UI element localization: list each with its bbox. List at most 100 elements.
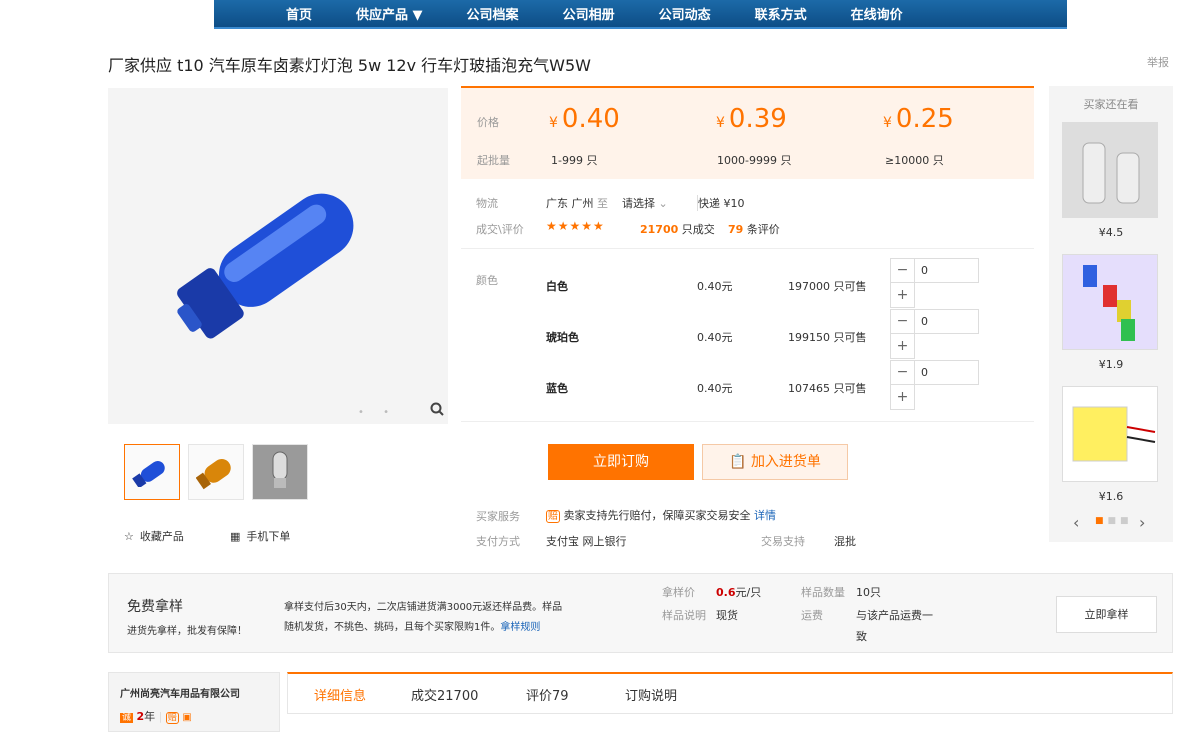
price-panel: 价格 起批量 ¥0.40 ¥0.39 ¥0.25 1-999 只 1000-99… — [461, 86, 1034, 179]
sample-price: 0.6元/只 — [716, 586, 762, 599]
price-label: 价格 — [477, 116, 499, 129]
tier-price-1: ¥0.40 — [549, 104, 620, 134]
color-row-white: 白色 0.40元 197000 只可售 − 0 + — [546, 258, 1026, 308]
nav-home[interactable]: 首页 — [264, 4, 334, 23]
mobile-order-label: 手机下单 — [246, 530, 291, 543]
service-label: 买家服务 — [476, 510, 520, 523]
increment-button[interactable]: + — [890, 283, 915, 308]
integrity-badge-icon: 诚 — [120, 713, 134, 723]
nav-inquiry[interactable]: 在线询价 — [829, 4, 925, 23]
also-viewed-price: ¥1.9 — [1098, 358, 1124, 371]
decrement-button[interactable]: − — [890, 360, 915, 385]
color-stock: 199150 只可售 — [788, 331, 867, 344]
blue-bulb-image — [177, 193, 354, 339]
also-viewed-price: ¥1.6 — [1098, 490, 1124, 503]
increment-button[interactable]: + — [890, 385, 915, 410]
also-viewed-item[interactable] — [1062, 254, 1158, 350]
chevron-right-icon[interactable]: › — [1139, 513, 1145, 532]
sample-desc-line2: 随机发货，不挑色、挑码，且每个买家限购1件。拿样规则 — [284, 622, 541, 633]
sample-note: 现货 — [716, 609, 738, 622]
tab-deals[interactable]: 成交21700 — [411, 685, 478, 704]
also-viewed-price: ¥4.5 — [1098, 226, 1124, 239]
express-fee: 快递 ¥10 — [697, 195, 745, 211]
thumbnail-blue[interactable] — [124, 444, 180, 500]
sample-price-label: 拿样价 — [662, 586, 695, 599]
quantity-input[interactable]: 0 — [915, 309, 979, 334]
favorite-action[interactable]: ☆ 收藏产品 — [124, 528, 184, 544]
sample-fee-line1: 与该产品运费一 — [856, 609, 933, 622]
add-to-cart-button[interactable]: 📋 加入进货单 — [702, 444, 848, 480]
tab-order-notes[interactable]: 订购说明 — [625, 685, 677, 704]
detail-tabs: 详细信息 成交21700 评价79 订购说明 — [287, 672, 1173, 714]
color-name: 琥珀色 — [546, 331, 579, 344]
carousel-dots[interactable]: ■■■ — [1095, 516, 1133, 526]
sample-fee-line2: 致 — [856, 630, 867, 643]
thumbnail-strip — [124, 444, 308, 500]
tier-range-3: ≥10000 只 — [885, 154, 944, 167]
tier-range-2: 1000-9999 只 — [717, 154, 792, 167]
color-name: 蓝色 — [546, 382, 568, 395]
company-name[interactable]: 广州尚亮汽车用品有限公司 — [120, 685, 240, 700]
review-count[interactable]: 79 条评价 — [728, 221, 780, 237]
chevron-down-icon: ⌄ — [658, 197, 668, 210]
search-icon[interactable] — [430, 402, 444, 420]
sample-note-label: 样品说明 — [662, 609, 706, 622]
nav-profile[interactable]: 公司档案 — [445, 4, 541, 23]
chevron-left-icon[interactable]: ‹ — [1073, 513, 1079, 532]
sample-title: 免费拿样 — [127, 599, 183, 615]
quantity-input[interactable]: 0 — [915, 258, 979, 283]
quantity-input[interactable]: 0 — [915, 360, 979, 385]
divider — [461, 248, 1034, 249]
nav-contact[interactable]: 联系方式 — [733, 4, 829, 23]
deal-count[interactable]: 21700 只成交 — [640, 221, 715, 237]
main-product-image[interactable]: • • — [108, 88, 448, 424]
color-stock: 107465 只可售 — [788, 382, 867, 395]
color-row-blue: 蓝色 0.40元 107465 只可售 − 0 + — [546, 360, 1026, 410]
color-stock: 197000 只可售 — [788, 280, 867, 293]
sample-rule-link[interactable]: 拿样规则 — [500, 622, 540, 633]
trade-value: 混批 — [834, 535, 856, 548]
nav-news[interactable]: 公司动态 — [637, 4, 733, 23]
nav-album[interactable]: 公司相册 — [541, 4, 637, 23]
increment-button[interactable]: + — [890, 334, 915, 359]
color-name: 白色 — [546, 280, 568, 293]
slide-dots[interactable]: • • — [358, 407, 397, 418]
certificate-icon: ▣ — [182, 712, 192, 723]
logistics-label: 物流 — [476, 197, 498, 210]
nav-products[interactable]: 供应产品 ▼ — [334, 4, 445, 23]
buy-now-button[interactable]: 立即订购 — [548, 444, 694, 480]
color-price: 0.40元 — [697, 280, 733, 293]
also-viewed-header: 买家还在看 — [1083, 98, 1139, 111]
sample-qty: 10只 — [856, 586, 881, 599]
color-row-amber: 琥珀色 0.40元 199150 只可售 − 0 + — [546, 309, 1026, 359]
product-title: 厂家供应 t10 汽车原车卤素灯灯泡 5w 12v 行车灯玻插泡充气W5W — [108, 56, 591, 75]
sample-subtitle: 进货先拿样，批发有保障！ — [127, 626, 247, 637]
thumbnail-clear[interactable] — [252, 444, 308, 500]
service-details-link[interactable]: 详情 — [754, 509, 776, 522]
payment-methods: 支付宝 网上银行 — [546, 535, 627, 548]
tab-details[interactable]: 详细信息 — [314, 685, 366, 704]
star-outline-icon: ☆ — [124, 529, 134, 543]
payment-label: 支付方式 — [476, 535, 520, 548]
service-info: 赔 卖家支持先行赔付，保障买家交易安全 详情 — [546, 509, 776, 523]
trade-label: 交易支持 — [761, 535, 805, 548]
decrement-button[interactable]: − — [890, 258, 915, 283]
sample-fee-label: 运费 — [801, 609, 823, 622]
also-viewed-item[interactable] — [1062, 122, 1158, 218]
moq-label: 起批量 — [477, 154, 510, 167]
logistics-from: 广东 广州 至 — [546, 197, 608, 210]
divider — [461, 421, 1034, 422]
report-link[interactable]: 举报 — [1147, 54, 1169, 70]
sample-qty-label: 样品数量 — [801, 586, 845, 599]
mobile-order-action[interactable]: ▦ 手机下单 — [230, 528, 290, 544]
destination-select[interactable]: 请选择 ⌄ — [622, 195, 668, 211]
tab-reviews[interactable]: 评价79 — [526, 685, 569, 704]
get-sample-button[interactable]: 立即拿样 — [1056, 596, 1157, 633]
clipboard-icon: 📋 — [729, 454, 747, 470]
tier-range-1: 1-999 只 — [551, 154, 598, 167]
thumbnail-amber[interactable] — [188, 444, 244, 500]
also-viewed-item[interactable] — [1062, 386, 1158, 482]
tier-price-3: ¥0.25 — [883, 104, 954, 134]
favorite-label: 收藏产品 — [139, 530, 184, 543]
decrement-button[interactable]: − — [890, 309, 915, 334]
